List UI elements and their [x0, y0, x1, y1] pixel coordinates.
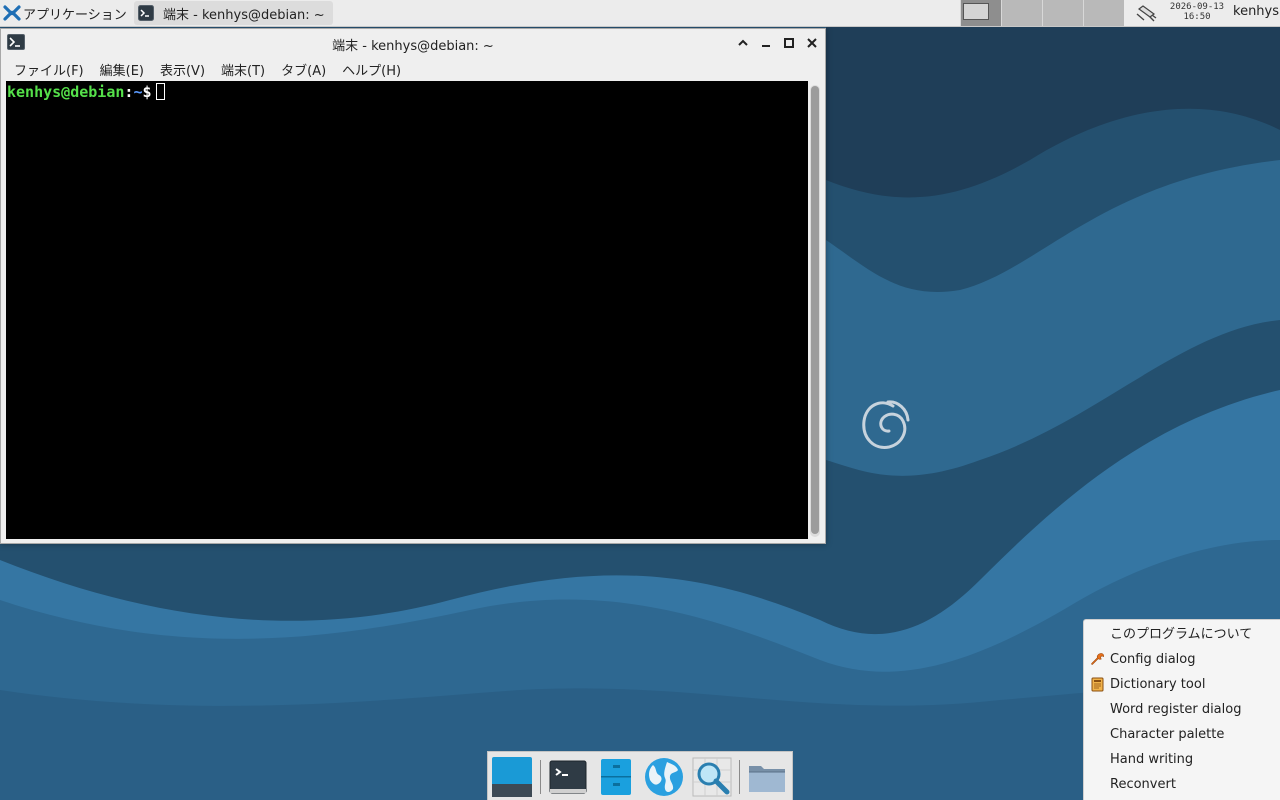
- menu-item-label: Reconvert: [1110, 777, 1176, 792]
- prompt-user-host: kenhys@debian: [7, 83, 125, 101]
- menu-item-label: Hand writing: [1110, 752, 1194, 767]
- menu-item-label: このプログラムについて: [1110, 627, 1253, 642]
- panel-clock[interactable]: 2026-09-13 16:50: [1166, 2, 1228, 22]
- text-cursor: [155, 83, 165, 100]
- menu-edit[interactable]: 編集(E): [92, 60, 152, 79]
- menu-tabs[interactable]: タブ(A): [273, 60, 334, 79]
- bottom-dock: [487, 751, 793, 800]
- prompt-symbol: $: [142, 83, 152, 101]
- folder-icon[interactable]: [746, 756, 788, 798]
- menu-help[interactable]: ヘルプ(H): [334, 60, 409, 79]
- workspace-2[interactable]: [1001, 0, 1042, 26]
- input-method-context-menu: このプログラムについて Config dialog Dictionary too…: [1083, 619, 1280, 800]
- close-button[interactable]: [804, 35, 820, 51]
- window-title: 端末 - kenhys@debian: ~: [332, 39, 494, 54]
- menu-item-hand-writing[interactable]: Hand writing: [1084, 747, 1280, 772]
- minimize-icon: [762, 45, 770, 47]
- close-icon: [807, 38, 817, 48]
- workspace-1[interactable]: [960, 0, 1001, 26]
- taskbar-terminal-label: 端末 - kenhys@debian: ~: [163, 7, 325, 23]
- scrollbar-thumb[interactable]: [811, 86, 819, 534]
- applications-menu-label: アプリケーション: [23, 7, 127, 23]
- maximize-button[interactable]: [781, 35, 797, 51]
- menu-view[interactable]: 表示(V): [152, 60, 213, 79]
- menu-item-dictionary-tool[interactable]: Dictionary tool: [1084, 672, 1280, 697]
- shade-button[interactable]: [735, 35, 751, 51]
- menu-item-word-register-dialog[interactable]: Word register dialog: [1084, 697, 1280, 722]
- applications-menu-button[interactable]: アプリケーション: [0, 0, 134, 26]
- menu-file[interactable]: ファイル(F): [6, 60, 92, 79]
- file-manager-icon[interactable]: [595, 756, 637, 798]
- clock-date: 2026-09-13: [1169, 2, 1225, 12]
- terminal-icon: [138, 5, 154, 21]
- clock-time: 16:50: [1183, 12, 1211, 22]
- top-panel: アプリケーション 端末 - kenhys@debian: ~ 2026-09-1…: [0, 0, 1280, 27]
- window-title-bar[interactable]: 端末 - kenhys@debian: ~: [1, 29, 825, 57]
- menu-item-label: Config dialog: [1110, 652, 1196, 667]
- app-finder-icon[interactable]: [691, 756, 733, 798]
- web-browser-icon[interactable]: [643, 756, 685, 798]
- minimize-button[interactable]: [758, 35, 774, 51]
- workspace-window-preview: [963, 3, 989, 20]
- chevron-up-icon: [738, 39, 748, 46]
- menu-item-label: Word register dialog: [1110, 702, 1242, 717]
- terminal-scrollbar[interactable]: [810, 85, 820, 537]
- show-desktop-icon[interactable]: [491, 756, 533, 798]
- taskbar-terminal-button[interactable]: 端末 - kenhys@debian: ~: [134, 1, 333, 25]
- wrench-icon: [1091, 653, 1105, 665]
- shell-prompt: kenhys@debian:~$: [7, 83, 165, 101]
- menu-item-character-palette[interactable]: Character palette: [1084, 722, 1280, 747]
- menu-item-label: Character palette: [1110, 727, 1225, 742]
- dock-separator: [540, 760, 541, 794]
- xfce-logo-icon: [3, 5, 21, 21]
- terminal-screen[interactable]: kenhys@debian:~$: [6, 81, 808, 539]
- terminal-icon[interactable]: [547, 756, 589, 798]
- user-menu[interactable]: kenhys: [1233, 4, 1279, 19]
- workspace-3[interactable]: [1042, 0, 1083, 26]
- menu-item-config-dialog[interactable]: Config dialog: [1084, 647, 1280, 672]
- workspace-4[interactable]: [1083, 0, 1124, 26]
- menu-item-about[interactable]: このプログラムについて: [1084, 622, 1280, 647]
- dictionary-icon: [1091, 677, 1104, 692]
- workspace-switcher[interactable]: [960, 0, 1124, 26]
- network-icon[interactable]: [1136, 3, 1158, 23]
- menu-item-reconvert[interactable]: Reconvert: [1084, 772, 1280, 797]
- maximize-icon: [784, 38, 794, 48]
- menu-bar: ファイル(F) 編集(E) 表示(V) 端末(T) タブ(A) ヘルプ(H): [1, 57, 825, 81]
- menu-terminal[interactable]: 端末(T): [213, 60, 273, 79]
- terminal-window: 端末 - kenhys@debian: ~ ファイル(F) 編集(E) 表示(V…: [0, 28, 826, 544]
- menu-item-label: Dictionary tool: [1110, 677, 1206, 692]
- dock-separator: [739, 760, 740, 794]
